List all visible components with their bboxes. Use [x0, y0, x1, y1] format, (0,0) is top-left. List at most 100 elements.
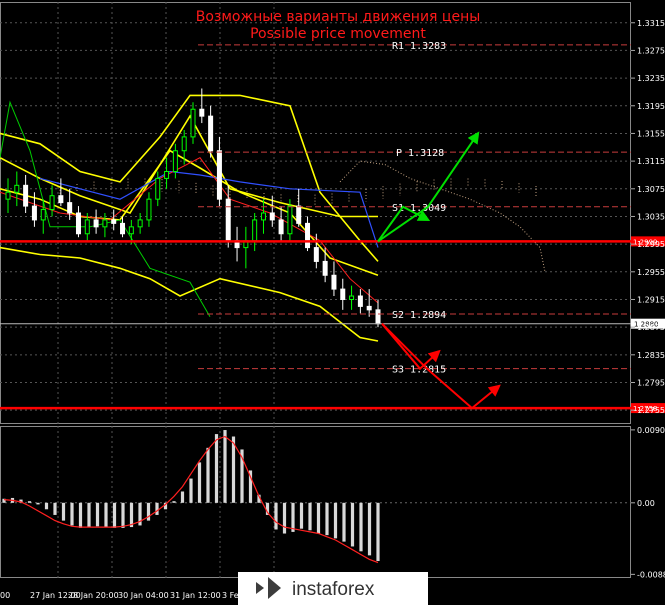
candle-body — [287, 205, 293, 235]
candle-body — [58, 195, 64, 204]
price-tick-label: 1.3315 — [637, 19, 665, 28]
price-tick-label: 1.2755 — [637, 406, 665, 415]
candle-body — [313, 247, 319, 262]
osc-bar — [104, 502, 108, 528]
price-tick-label: 1.2915 — [637, 295, 665, 304]
osc-bar — [87, 502, 91, 528]
osc-bar — [78, 502, 83, 528]
candle-body — [84, 219, 90, 235]
osc-bar — [206, 447, 210, 503]
candle-body — [260, 212, 266, 221]
candle-body — [357, 295, 363, 307]
osc-panel-frame — [0, 426, 631, 578]
osc-bar — [359, 502, 363, 552]
price-tick-label: 1.2795 — [637, 378, 665, 387]
osc-bar — [291, 502, 295, 532]
osc-bar — [36, 502, 40, 505]
osc-bar — [223, 430, 227, 503]
time-tick-label: 30 Jan 04:00 — [118, 591, 169, 600]
osc-bar — [299, 502, 304, 529]
osc-bar — [121, 502, 125, 528]
candle-body — [172, 150, 178, 172]
candle-body — [49, 195, 55, 211]
candle-body — [216, 150, 222, 200]
ichimoku-cloud — [59, 160, 546, 272]
time-tick-label: 00 — [0, 591, 10, 600]
candle-body — [5, 191, 11, 200]
osc-bar — [282, 502, 287, 534]
osc-bar — [44, 502, 49, 510]
price-tick-label: 1.3275 — [637, 46, 665, 55]
osc-bar — [231, 436, 236, 503]
candle-body — [181, 136, 187, 152]
price-tick-label: 1.2835 — [637, 351, 665, 360]
price-tick-label: 1.3155 — [637, 129, 665, 138]
candle-body — [75, 212, 81, 235]
ma-blue — [39, 170, 379, 248]
osc-bar — [197, 462, 202, 503]
osc-bar — [333, 502, 338, 539]
osc-bar — [189, 478, 193, 503]
osc-bar — [350, 502, 355, 547]
watermark: instaforex — [238, 572, 428, 605]
candle-body — [331, 274, 337, 290]
candle-body — [278, 219, 284, 235]
osc-bar — [129, 502, 134, 528]
candle-body — [252, 219, 258, 242]
osc-bar — [214, 434, 219, 503]
chart-window: R1 1.3283 P 1.3128 S1 1.3049 S2 1.2894 S3 1.… — [0, 0, 665, 605]
candle-body — [208, 115, 214, 152]
osc-bar — [155, 502, 159, 515]
ma-red — [0, 157, 379, 304]
osc-tick-label: -0.00885 — [637, 570, 665, 579]
chart-subtitle: Possible price movement — [250, 26, 426, 42]
price-tick-label: 1.3035 — [637, 212, 665, 221]
price-tick-label: 1.3235 — [637, 74, 665, 83]
candle-body — [199, 108, 205, 117]
band-middle-2 — [0, 114, 378, 218]
candle-body — [322, 260, 328, 276]
level-label-r1: R1 1.3283 — [392, 41, 446, 52]
price-tick-label: 1.3075 — [637, 185, 665, 194]
chart-title: Возможные варианты движения цены — [196, 9, 481, 25]
candle-body — [23, 184, 29, 207]
osc-bar — [316, 502, 321, 534]
oscillator-panel — [0, 430, 631, 564]
osc-tick-label: 0.00 — [637, 499, 655, 508]
candle-body — [155, 177, 161, 200]
candle-body — [340, 288, 346, 300]
time-tick-label: 31 Jan 12:00 — [170, 591, 221, 600]
price-panel-frame — [0, 2, 631, 424]
osc-bar — [70, 502, 74, 526]
candle-body — [146, 198, 152, 221]
osc-tick-label: 0.00902 — [637, 426, 665, 435]
envelope-bands — [0, 94, 379, 342]
candle-body — [296, 205, 302, 224]
candle-body — [120, 222, 126, 235]
osc-bar — [172, 501, 176, 503]
osc-bar — [308, 502, 312, 531]
candle-body — [111, 219, 117, 224]
candle-body — [31, 205, 37, 221]
band-upper — [0, 94, 379, 262]
candle-body — [102, 219, 108, 228]
candle-body — [269, 212, 275, 221]
level-label-s2: S2 1.2894 — [392, 310, 446, 321]
level-label-p: P 1.3128 — [396, 148, 444, 159]
price-tick-label: 1.3115 — [637, 157, 665, 166]
osc-bar — [27, 501, 32, 503]
osc-bar — [367, 502, 372, 556]
osc-bar — [61, 502, 66, 521]
grid — [0, 2, 631, 578]
candle-body — [128, 226, 134, 235]
candle-body — [137, 219, 143, 228]
candle-body — [93, 219, 99, 228]
price-tick-label: 1.2995 — [637, 240, 665, 249]
osc-bar — [325, 502, 329, 536]
osc-bar — [342, 502, 346, 542]
osc-bar — [180, 491, 185, 503]
price-tick-label: 1.2875 — [637, 323, 665, 332]
watermark-text: instaforex — [292, 579, 375, 600]
price-chart: R1 1.3283P 1.3128S1 1.3049S2 1.2894S3 1.… — [0, 2, 665, 605]
candle-body — [67, 202, 73, 214]
